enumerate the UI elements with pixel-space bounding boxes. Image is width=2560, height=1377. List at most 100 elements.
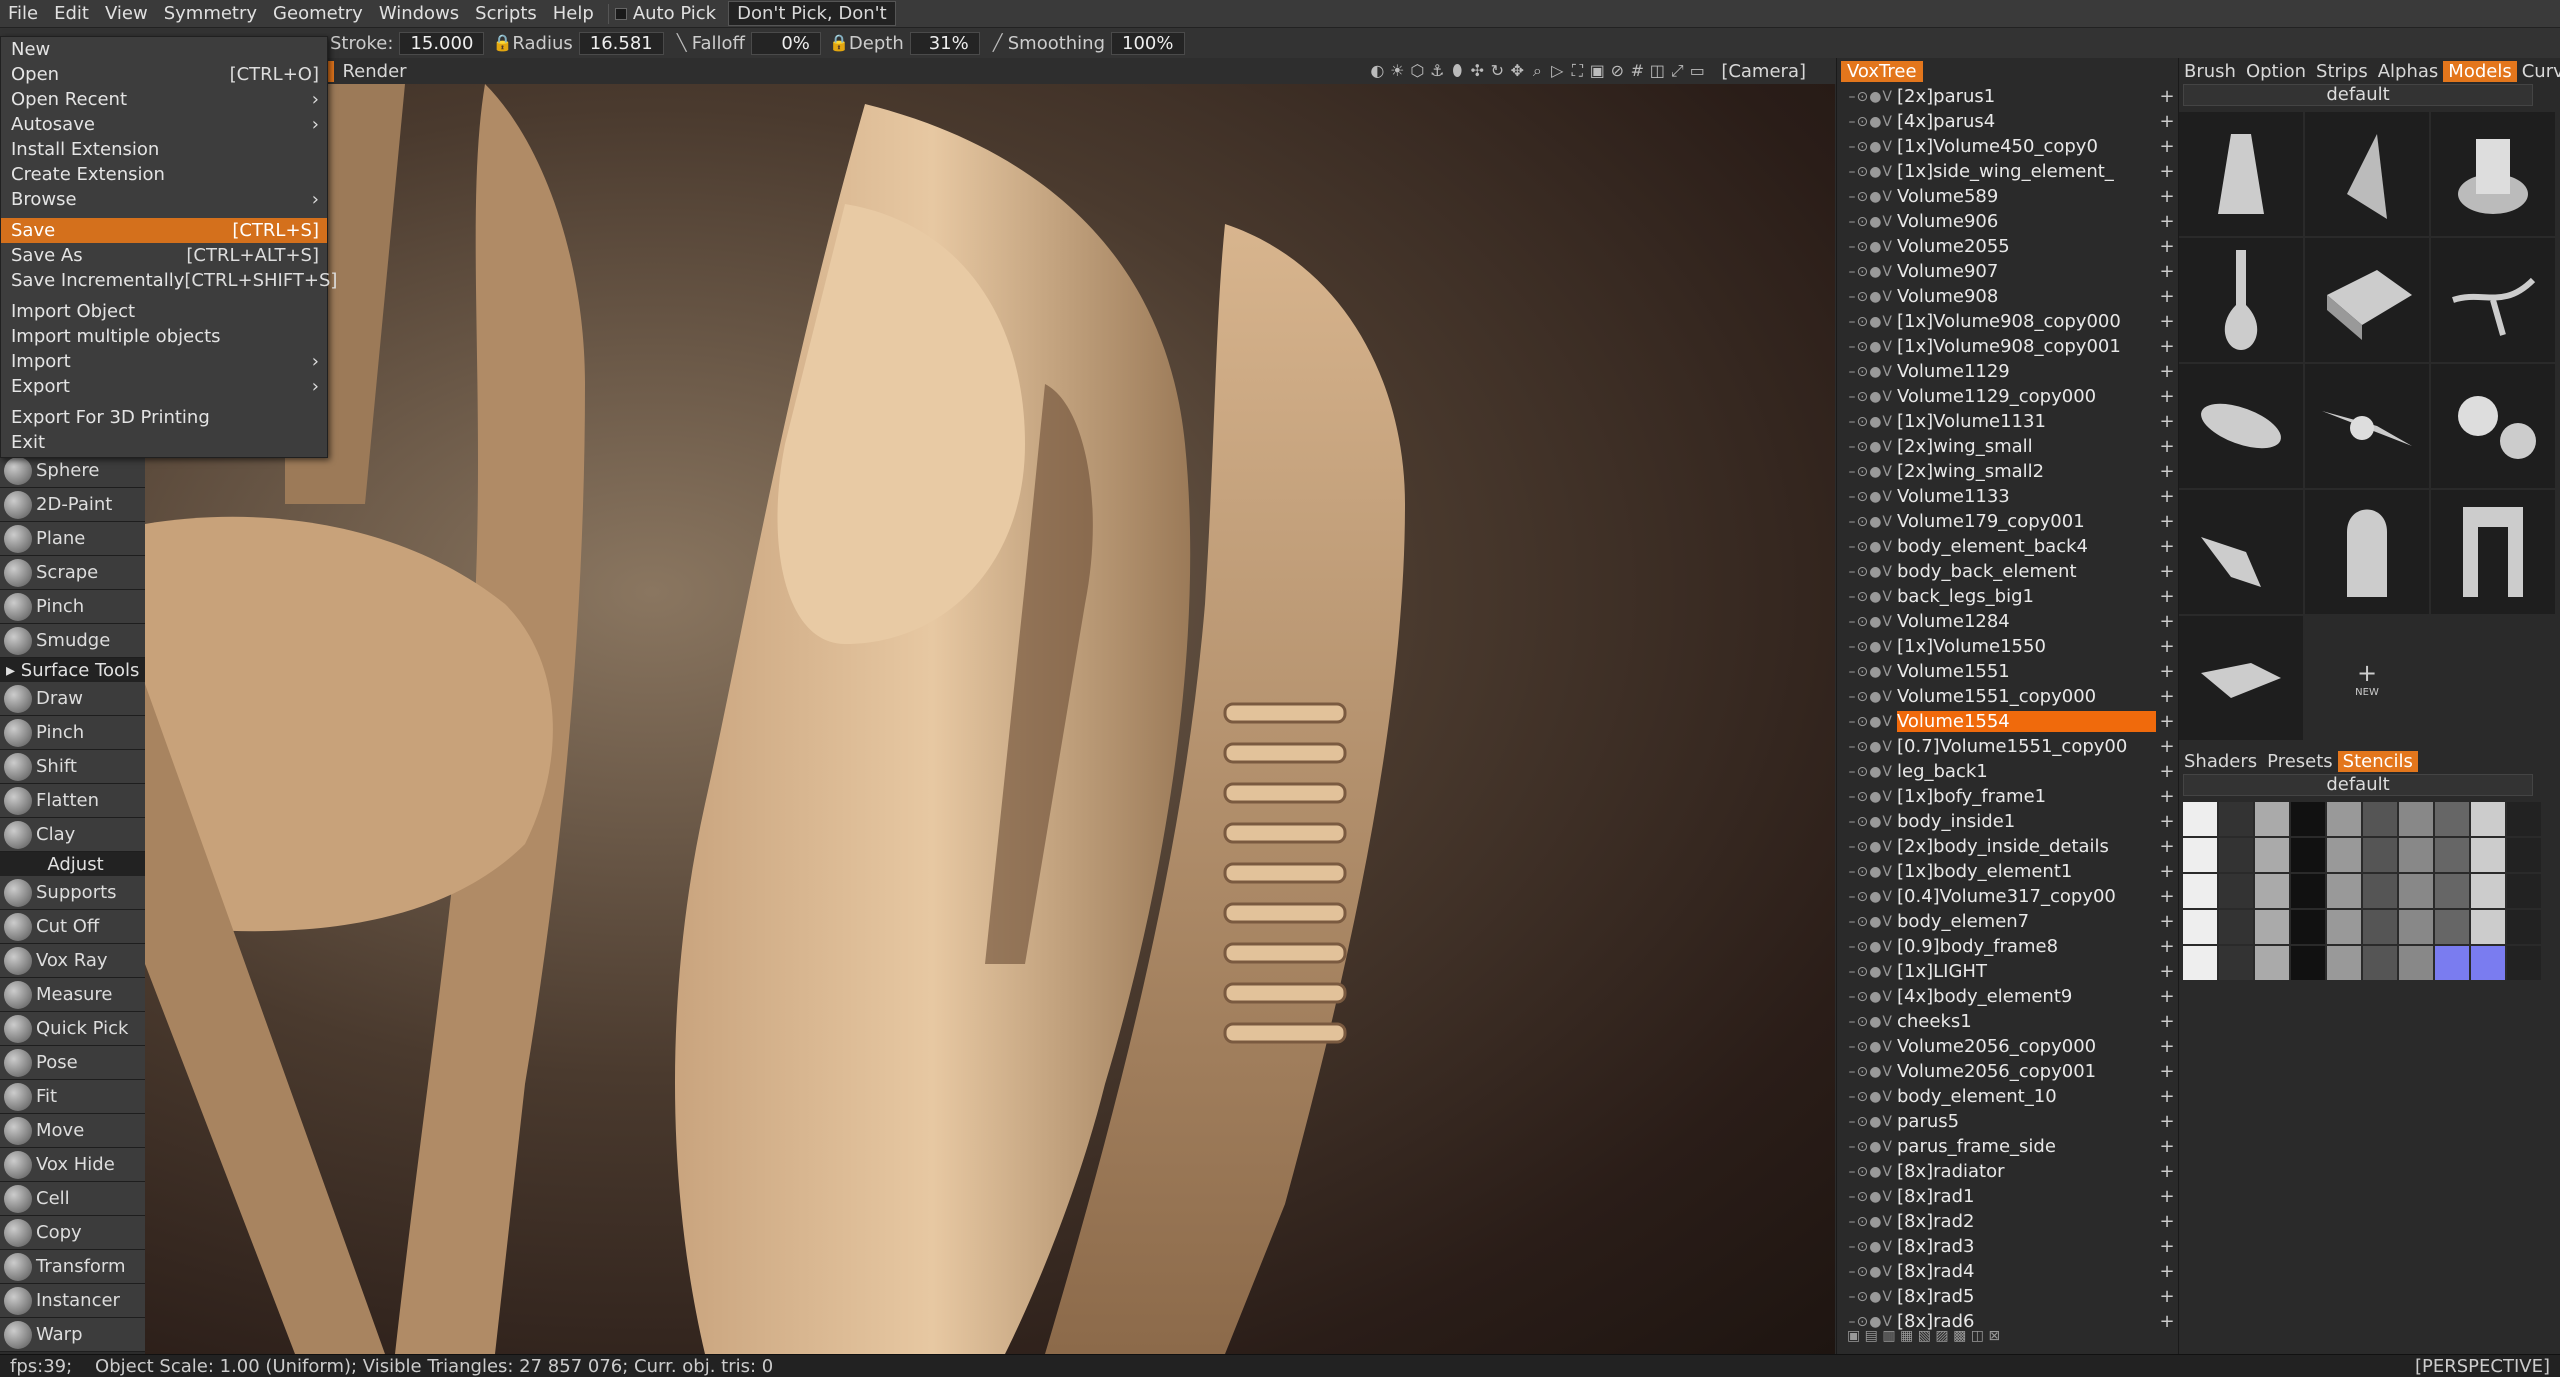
stencil-thumbnail[interactable] <box>2363 910 2397 944</box>
tool-cell[interactable]: Cell <box>0 1182 145 1216</box>
stencil-thumbnail[interactable] <box>2435 802 2469 836</box>
stencil-thumbnail[interactable] <box>2183 946 2217 980</box>
add-icon[interactable]: + <box>2156 461 2178 482</box>
menu-symmetry[interactable]: Symmetry <box>156 3 265 24</box>
tool-2d-paint[interactable]: 2D-Paint <box>0 488 145 522</box>
pick-mode-dropdown[interactable]: Don't Pick, Don't <box>728 1 896 26</box>
tab-option[interactable]: Option <box>2241 61 2311 82</box>
tab-curves[interactable]: Curves <box>2517 61 2560 82</box>
voxtree-row[interactable]: –⊙●V parus5 + <box>1837 1109 2178 1134</box>
visibility-toggle-icon[interactable]: –⊙●V <box>1837 1239 1897 1255</box>
voxtree-row[interactable]: –⊙●V [8x]rad5 + <box>1837 1284 2178 1309</box>
stencil-thumbnail[interactable] <box>2363 946 2397 980</box>
add-icon[interactable]: + <box>2156 161 2178 182</box>
voxtree-row[interactable]: –⊙●V Volume908 + <box>1837 284 2178 309</box>
light-icon[interactable]: ☀ <box>1387 61 1407 81</box>
stencil-thumbnail[interactable] <box>2291 910 2325 944</box>
menu-windows[interactable]: Windows <box>371 3 467 24</box>
voxtree-row[interactable]: –⊙●V body_element_back4 + <box>1837 534 2178 559</box>
visibility-toggle-icon[interactable]: –⊙●V <box>1837 789 1897 805</box>
visibility-toggle-icon[interactable]: –⊙●V <box>1837 1264 1897 1280</box>
voxtree-row[interactable]: –⊙●V Volume1551 + <box>1837 659 2178 684</box>
rotate-icon[interactable]: ↻ <box>1487 61 1507 81</box>
visibility-toggle-icon[interactable]: –⊙●V <box>1837 564 1897 580</box>
depth-field[interactable]: Depth 31% <box>849 31 980 55</box>
voxtree-row[interactable]: –⊙●V body_back_element + <box>1837 559 2178 584</box>
stencil-thumbnail[interactable] <box>2435 910 2469 944</box>
model-thumb-branch[interactable] <box>2431 238 2555 362</box>
stencil-thumbnail[interactable] <box>2255 910 2289 944</box>
voxtree-row[interactable]: –⊙●V Volume589 + <box>1837 184 2178 209</box>
stencil-thumbnail[interactable] <box>2291 838 2325 872</box>
add-icon[interactable]: + <box>2156 911 2178 932</box>
file-menu-export[interactable]: Export › <box>1 374 327 399</box>
visibility-toggle-icon[interactable]: –⊙●V <box>1837 514 1897 530</box>
visibility-toggle-icon[interactable]: –⊙●V <box>1837 89 1897 105</box>
add-icon[interactable]: + <box>2156 136 2178 157</box>
add-icon[interactable]: + <box>2156 361 2178 382</box>
tool-supports[interactable]: Supports <box>0 876 145 910</box>
model-thumb-cone[interactable] <box>2179 112 2303 236</box>
visibility-toggle-icon[interactable]: –⊙●V <box>1837 1289 1897 1305</box>
voxtree-row[interactable]: –⊙●V [1x]Volume908_copy000 + <box>1837 309 2178 334</box>
visibility-toggle-icon[interactable]: –⊙●V <box>1837 614 1897 630</box>
model-thumb-spindle[interactable] <box>2305 364 2429 488</box>
fullscreen-icon[interactable]: ⤢ <box>1667 61 1687 81</box>
add-icon[interactable]: + <box>2156 636 2178 657</box>
add-icon[interactable]: + <box>2156 611 2178 632</box>
visibility-toggle-icon[interactable]: –⊙●V <box>1837 1114 1897 1130</box>
tab-shaders[interactable]: Shaders <box>2179 751 2262 772</box>
add-icon[interactable]: + <box>2156 861 2178 882</box>
visibility-toggle-icon[interactable]: –⊙●V <box>1837 939 1897 955</box>
visibility-toggle-icon[interactable]: –⊙●V <box>1837 164 1897 180</box>
tool-vox-hide[interactable]: Vox Hide <box>0 1148 145 1182</box>
falloff-value[interactable]: 0% <box>750 31 821 55</box>
stencil-thumbnail[interactable] <box>2471 838 2505 872</box>
model-thumb-spike[interactable] <box>2305 112 2429 236</box>
file-menu-open-recent[interactable]: Open Recent › <box>1 87 327 112</box>
stencil-thumbnail[interactable] <box>2363 874 2397 908</box>
stencil-thumbnail[interactable] <box>2291 874 2325 908</box>
file-menu-export-3d-printing[interactable]: Export For 3D Printing <box>1 405 327 430</box>
stencil-thumbnail[interactable] <box>2219 946 2253 980</box>
file-menu-create-extension[interactable]: Create Extension <box>1 162 327 187</box>
add-icon[interactable]: + <box>2156 561 2178 582</box>
add-icon[interactable]: + <box>2156 536 2178 557</box>
tool-draw[interactable]: Draw <box>0 682 145 716</box>
model-thumb-capsule[interactable] <box>2179 364 2303 488</box>
tool-sphere[interactable]: Sphere <box>0 454 145 488</box>
stencil-thumbnail[interactable] <box>2327 802 2361 836</box>
visibility-toggle-icon[interactable]: –⊙●V <box>1837 1039 1897 1055</box>
visibility-toggle-icon[interactable]: –⊙●V <box>1837 1214 1897 1230</box>
model-thumb-arch[interactable] <box>2431 490 2555 614</box>
stencil-thumbnail[interactable] <box>2507 802 2541 836</box>
voxtree-row[interactable]: –⊙●V Volume2055 + <box>1837 234 2178 259</box>
model-thumb-block[interactable] <box>2305 238 2429 362</box>
voxtree-row[interactable]: –⊙●V [1x]Volume450_copy0 + <box>1837 134 2178 159</box>
snap-icon[interactable]: ◫ <box>1647 61 1667 81</box>
voxtree-row[interactable]: –⊙●V Volume179_copy001 + <box>1837 509 2178 534</box>
zoom-icon[interactable]: ⌕ <box>1527 61 1547 81</box>
voxtree-row[interactable]: –⊙●V Volume2056_copy000 + <box>1837 1034 2178 1059</box>
models-preset-dropdown[interactable]: default <box>2183 84 2533 106</box>
voxtree-row[interactable]: –⊙●V [2x]parus1 + <box>1837 84 2178 109</box>
add-icon[interactable]: + <box>2156 1286 2178 1307</box>
smoothing-icon[interactable]: ╱ <box>988 33 1008 53</box>
voxtree-row[interactable]: –⊙●V [1x]Volume1550 + <box>1837 634 2178 659</box>
stroke-value[interactable]: 15.000 <box>399 31 485 55</box>
file-menu-autosave[interactable]: Autosave › <box>1 112 327 137</box>
voxtree-row[interactable]: –⊙●V [1x]body_element1 + <box>1837 859 2178 884</box>
anchor-icon[interactable]: ⚓ <box>1427 61 1447 81</box>
add-icon[interactable]: + <box>2156 411 2178 432</box>
add-icon[interactable]: + <box>2156 986 2178 1007</box>
voxtree-row[interactable]: –⊙●V [1x]side_wing_element_ + <box>1837 159 2178 184</box>
visibility-toggle-icon[interactable]: –⊙●V <box>1837 1164 1897 1180</box>
tool-measure[interactable]: Measure <box>0 978 145 1012</box>
visibility-toggle-icon[interactable]: –⊙●V <box>1837 964 1897 980</box>
tab-presets[interactable]: Presets <box>2262 751 2338 772</box>
model-thumb-custom[interactable] <box>2179 616 2303 740</box>
tab-render[interactable]: Render <box>334 61 414 82</box>
visibility-toggle-icon[interactable]: –⊙●V <box>1837 114 1897 130</box>
voxtree-row[interactable]: –⊙●V [8x]rad4 + <box>1837 1259 2178 1284</box>
voxtree-row[interactable]: –⊙●V [0.4]Volume317_copy00 + <box>1837 884 2178 909</box>
